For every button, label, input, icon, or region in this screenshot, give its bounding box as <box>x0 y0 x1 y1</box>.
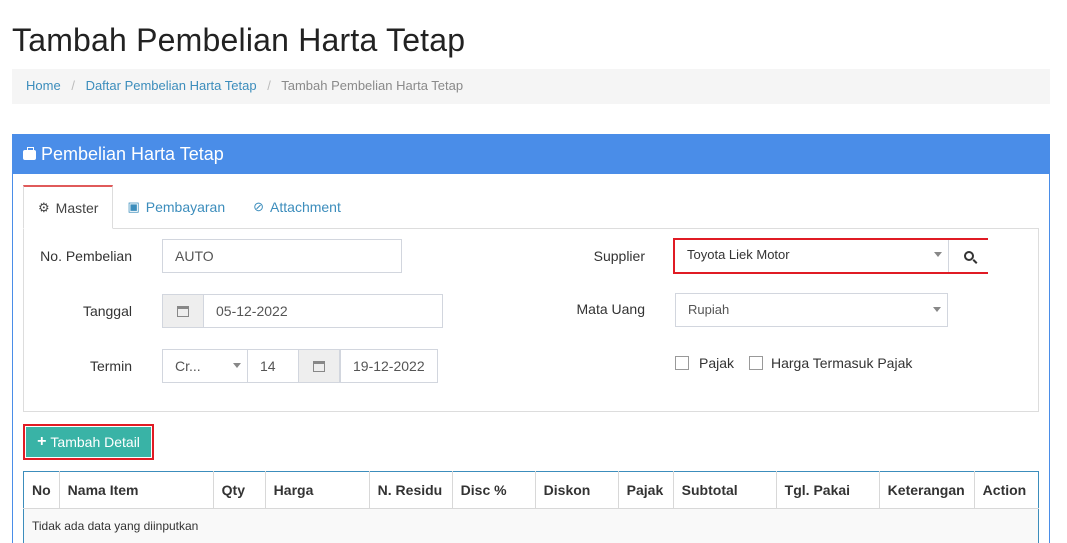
termin-date-input[interactable]: 19-12-2022 <box>340 349 438 383</box>
breadcrumb: Home / Daftar Pembelian Harta Tetap / Ta… <box>12 69 1050 104</box>
column-header: N. Residu <box>369 471 453 509</box>
termin-type-value: Cr... <box>175 358 201 374</box>
tanggal-label: Tanggal <box>82 303 132 319</box>
supplier-highlight: Toyota Liek Motor <box>673 238 988 274</box>
column-header: Qty <box>213 471 266 509</box>
column-header: Disc % <box>452 471 536 509</box>
column-header: Keterangan <box>879 471 975 509</box>
column-header: Harga <box>265 471 370 509</box>
tab-label: Pembayaran <box>145 199 226 215</box>
column-header: Diskon <box>535 471 619 509</box>
harga-termasuk-pajak-label: Harga Termasuk Pajak <box>771 355 913 371</box>
chevron-down-icon <box>933 307 941 312</box>
column-header: Tgl. Pakai <box>776 471 880 509</box>
chevron-down-icon <box>934 252 942 257</box>
search-icon <box>963 251 974 261</box>
column-header: Nama Item <box>59 471 214 509</box>
supplier-value: Toyota Liek Motor <box>687 247 790 262</box>
table-header-row: No Nama Item Qty Harga N. Residu Disc % … <box>23 471 1039 509</box>
briefcase-icon <box>23 147 36 160</box>
column-header: Pajak <box>618 471 674 509</box>
plus-icon: + <box>37 433 47 450</box>
supplier-search-button[interactable] <box>948 240 988 272</box>
tab-bar: ⚙ Master ▣ Pembayaran ⊘ Attachment <box>23 185 355 229</box>
no-pembelian-input[interactable]: AUTO <box>162 239 402 273</box>
termin-type-select[interactable]: Cr... <box>162 349 248 383</box>
mata-uang-select[interactable]: Rupiah <box>675 293 948 327</box>
tab-master[interactable]: ⚙ Master <box>23 185 114 229</box>
supplier-label: Supplier <box>593 248 645 264</box>
tab-pembayaran[interactable]: ▣ Pembayaran <box>113 185 239 229</box>
purchase-panel: Pembelian Harta Tetap ⚙ Master ▣ Pembaya… <box>12 134 1050 543</box>
add-detail-label: Tambah Detail <box>50 434 140 450</box>
tab-label: Master <box>55 199 99 216</box>
breadcrumb-list-link[interactable]: Daftar Pembelian Harta Tetap <box>86 78 257 93</box>
column-header: Subtotal <box>673 471 777 509</box>
panel-title: Pembelian Harta Tetap <box>41 144 224 164</box>
harga-termasuk-pajak-checkbox[interactable] <box>749 356 763 370</box>
panel-heading: Pembelian Harta Tetap <box>13 134 1049 174</box>
table-row: Tidak ada data yang diinputkan <box>23 508 1039 543</box>
calendar-icon[interactable] <box>162 294 204 328</box>
money-icon: ▣ <box>127 199 140 214</box>
breadcrumb-separator: / <box>267 78 271 93</box>
pajak-label: Pajak <box>699 355 735 371</box>
pajak-checkbox[interactable] <box>675 356 689 370</box>
termin-days-input[interactable]: 14 <box>247 349 299 383</box>
paperclip-icon: ⊘ <box>253 199 265 214</box>
chevron-down-icon <box>233 363 241 368</box>
add-detail-highlight: + Tambah Detail <box>23 424 154 460</box>
no-pembelian-label: No. Pembelian <box>40 248 132 264</box>
detail-table: No Nama Item Qty Harga N. Residu Disc % … <box>23 471 1039 543</box>
mata-uang-value: Rupiah <box>688 302 730 317</box>
breadcrumb-home-link[interactable]: Home <box>26 78 61 93</box>
empty-table-message: Tidak ada data yang diinputkan <box>23 508 1039 543</box>
calendar-icon[interactable] <box>298 349 340 383</box>
breadcrumb-current: Tambah Pembelian Harta Tetap <box>281 78 464 93</box>
tanggal-input[interactable]: 05-12-2022 <box>203 294 443 328</box>
column-header: Action <box>974 471 1039 509</box>
breadcrumb-separator: / <box>71 78 75 93</box>
page-title: Tambah Pembelian Harta Tetap <box>12 22 466 58</box>
mata-uang-label: Mata Uang <box>576 301 645 317</box>
column-header: No <box>23 471 60 509</box>
cogs-icon: ⚙ <box>38 199 50 215</box>
termin-label: Termin <box>89 358 132 374</box>
supplier-select[interactable]: Toyota Liek Motor <box>675 240 948 272</box>
tab-attachment[interactable]: ⊘ Attachment <box>239 185 355 229</box>
tab-label: Attachment <box>270 199 341 215</box>
add-detail-button[interactable]: + Tambah Detail <box>26 427 151 457</box>
